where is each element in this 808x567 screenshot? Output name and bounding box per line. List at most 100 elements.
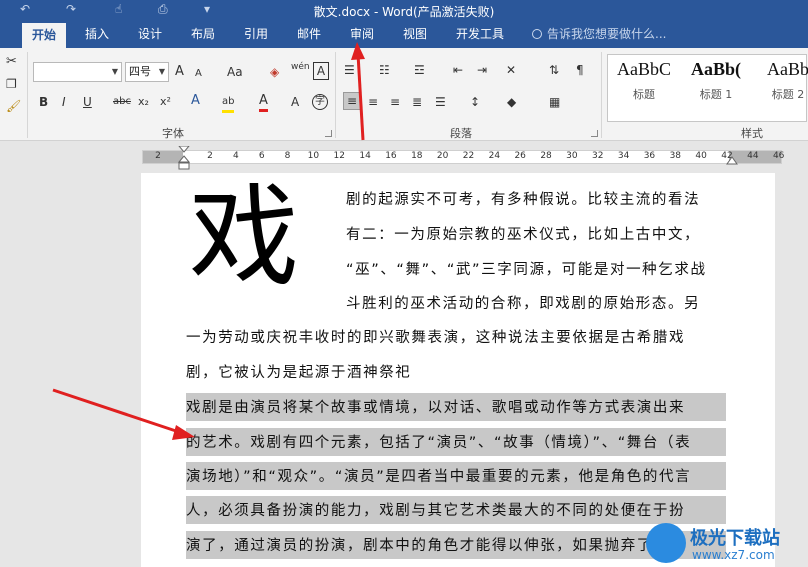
multilevel-list-icon[interactable]: ☲ bbox=[414, 62, 425, 78]
grow-font-button[interactable]: A bbox=[175, 64, 184, 80]
ruler-tick-label: 22 bbox=[462, 151, 475, 161]
align-left-button[interactable]: ≡ bbox=[343, 92, 361, 110]
watermark-text: 极光下载站 bbox=[690, 528, 780, 549]
ruler-tick-label: 16 bbox=[385, 151, 397, 161]
ruler-tick-label: 6 bbox=[258, 151, 265, 161]
font-group-label: 字体 bbox=[162, 127, 184, 140]
right-indent-icon[interactable] bbox=[726, 156, 738, 166]
style-name: 标题 1 bbox=[699, 88, 733, 101]
text-effects-button[interactable]: A bbox=[191, 93, 200, 109]
clear-formatting-icon[interactable]: ◈ bbox=[270, 64, 279, 80]
sort-icon[interactable]: ⇅ bbox=[549, 62, 559, 78]
phonetic-guide-button[interactable]: wén bbox=[291, 62, 310, 72]
tab-insert[interactable]: 插入 bbox=[75, 21, 119, 48]
tab-home[interactable]: 开始 bbox=[22, 23, 67, 48]
chinese-layout-icon[interactable]: ✕ bbox=[506, 62, 516, 78]
borders-icon[interactable]: ▦ bbox=[549, 94, 560, 110]
selected-text-line: 戏剧是由演员将某个故事或情境，以对话、歌唱或动作等方式表演出来 bbox=[186, 393, 726, 421]
highlight-button[interactable]: ab bbox=[222, 94, 235, 113]
char-shading-icon[interactable]: A bbox=[291, 94, 299, 110]
text-line: 剧的起源实不可考，有多种假说。比较主流的看法 bbox=[346, 192, 701, 208]
text-line: 一为劳动或庆祝丰收时的即兴歌舞表演，这种说法主要依据是古希腊戏 bbox=[186, 330, 686, 346]
italic-button[interactable]: I bbox=[62, 94, 66, 110]
align-right-icon[interactable]: ≡ bbox=[390, 94, 400, 110]
font-color-button[interactable]: A bbox=[259, 93, 268, 112]
align-center-icon[interactable]: ≡ bbox=[368, 94, 378, 110]
ruler-tick-label: 2 bbox=[207, 151, 213, 161]
ruler-tick-label: 28 bbox=[540, 151, 552, 161]
document-page[interactable]: 戏 剧的起源实不可考，有多种假说。比较主流的看法 有二：一为原始宗教的巫术仪式，… bbox=[141, 173, 775, 567]
indent-marker-icon[interactable] bbox=[178, 146, 190, 170]
ruler-tick-label: 14 bbox=[359, 151, 371, 161]
tab-mailings[interactable]: 邮件 bbox=[287, 21, 331, 48]
ruler-tick-label: 24 bbox=[488, 151, 501, 161]
tell-me-box[interactable]: 告诉我您想要做什么... bbox=[532, 21, 666, 48]
strikethrough-button[interactable]: abc bbox=[113, 94, 131, 110]
watermark-url: www.xz7.com bbox=[692, 548, 775, 562]
decrease-indent-icon[interactable]: ⇤ bbox=[453, 62, 463, 78]
ribbon: ✂ ❐ 🖌 ▼ 四号 ▼ A A Aa ◈ wén A B I U abc x₂… bbox=[0, 48, 808, 141]
copy-icon[interactable]: ❐ bbox=[6, 76, 17, 92]
style-sample: AaBb bbox=[767, 59, 808, 79]
tab-developer[interactable]: 开发工具 bbox=[446, 21, 514, 48]
justify-icon[interactable]: ≣ bbox=[412, 94, 422, 110]
cut-icon[interactable]: ✂ bbox=[6, 54, 17, 70]
ruler-tick-label: 12 bbox=[333, 151, 345, 161]
numbering-icon[interactable]: ☷ bbox=[379, 62, 390, 78]
font-dialog-launcher-icon[interactable] bbox=[325, 130, 332, 137]
style-sample: AaBb( bbox=[690, 59, 741, 79]
lightbulb-icon bbox=[532, 29, 542, 39]
ruler-tick-label: 8 bbox=[284, 151, 291, 161]
style-heading-2[interactable]: AaBb 标题 2 bbox=[752, 59, 808, 102]
tab-references[interactable]: 引用 bbox=[234, 21, 278, 48]
char-border-button[interactable]: A bbox=[313, 62, 329, 80]
ruler-tick-label: 40 bbox=[695, 151, 707, 161]
tab-layout[interactable]: 布局 bbox=[181, 21, 225, 48]
text-line: 剧，它被认为是起源于酒神祭祀 bbox=[186, 365, 412, 381]
ruler-tick-label: 32 bbox=[592, 151, 604, 161]
horizontal-ruler[interactable]: 2 2 4 6 8 10 12 14 16 18 20 22 24 26 28 30 32 34 36 38 40 42 4… bbox=[0, 141, 808, 173]
window-title: 散文.docx - Word(产品激活失败) bbox=[313, 5, 495, 19]
underline-button[interactable]: U bbox=[83, 94, 92, 110]
bold-button[interactable]: B bbox=[39, 94, 48, 110]
font-size-dropdown[interactable]: 四号 ▼ bbox=[125, 62, 169, 82]
show-marks-icon[interactable]: ¶ bbox=[576, 62, 584, 78]
chevron-down-icon: ▼ bbox=[158, 67, 165, 76]
text-line: 斗胜利的巫术活动的合称，即戏剧的原始形态。另 bbox=[346, 296, 701, 312]
format-painter-icon[interactable]: 🖌 bbox=[6, 98, 21, 114]
ruler-tick-label: 18 bbox=[411, 151, 423, 161]
distributed-icon[interactable]: ☰ bbox=[435, 94, 446, 110]
ruler-tick-label: 20 bbox=[436, 151, 449, 161]
line-spacing-icon[interactable]: ↕ bbox=[470, 94, 480, 110]
style-sample: AaBbC bbox=[617, 59, 671, 79]
shading-icon[interactable]: ◆ bbox=[507, 94, 516, 110]
shrink-font-button[interactable]: A bbox=[195, 66, 202, 82]
tell-me-placeholder: 告诉我您想要做什么... bbox=[547, 27, 667, 41]
style-name: 标题 bbox=[633, 88, 655, 101]
ribbon-tabs: 开始 插入 设计 布局 引用 邮件 审阅 视图 开发工具 bbox=[0, 21, 808, 48]
increase-indent-icon[interactable]: ⇥ bbox=[477, 62, 487, 78]
style-heading-1[interactable]: AaBb( 标题 1 bbox=[680, 59, 752, 102]
chevron-down-icon: ▼ bbox=[111, 67, 118, 76]
drop-cap: 戏 bbox=[189, 173, 299, 301]
superscript-button[interactable]: x² bbox=[160, 94, 171, 110]
tab-review[interactable]: 审阅 bbox=[340, 21, 384, 48]
tab-view[interactable]: 视图 bbox=[393, 21, 437, 48]
change-case-button[interactable]: Aa bbox=[227, 64, 243, 80]
text-line: 有二：一为原始宗教的巫术仪式，比如上古中文， bbox=[346, 227, 701, 243]
subscript-button[interactable]: x₂ bbox=[138, 94, 149, 110]
paragraph-dialog-launcher-icon[interactable] bbox=[591, 130, 598, 137]
paragraph-group-label: 段落 bbox=[450, 127, 472, 140]
ruler-tick-label: 10 bbox=[307, 151, 320, 161]
style-name: 标题 2 bbox=[771, 88, 805, 101]
ruler-tick-label: 38 bbox=[669, 151, 682, 161]
enclose-char-button[interactable]: 字 bbox=[312, 94, 328, 110]
tab-design[interactable]: 设计 bbox=[128, 21, 172, 48]
ruler-tick-label: 34 bbox=[617, 151, 630, 161]
watermark-logo-icon bbox=[646, 523, 686, 563]
ruler-tick-label: 44 bbox=[747, 151, 759, 161]
bullets-icon[interactable]: ☰ bbox=[344, 62, 355, 78]
style-heading[interactable]: AaBbC 标题 bbox=[608, 59, 680, 102]
font-name-dropdown[interactable]: ▼ bbox=[33, 62, 122, 82]
text-line: “巫”、“舞”、“武”三字同源，可能是对一种乞求战 bbox=[346, 262, 707, 278]
